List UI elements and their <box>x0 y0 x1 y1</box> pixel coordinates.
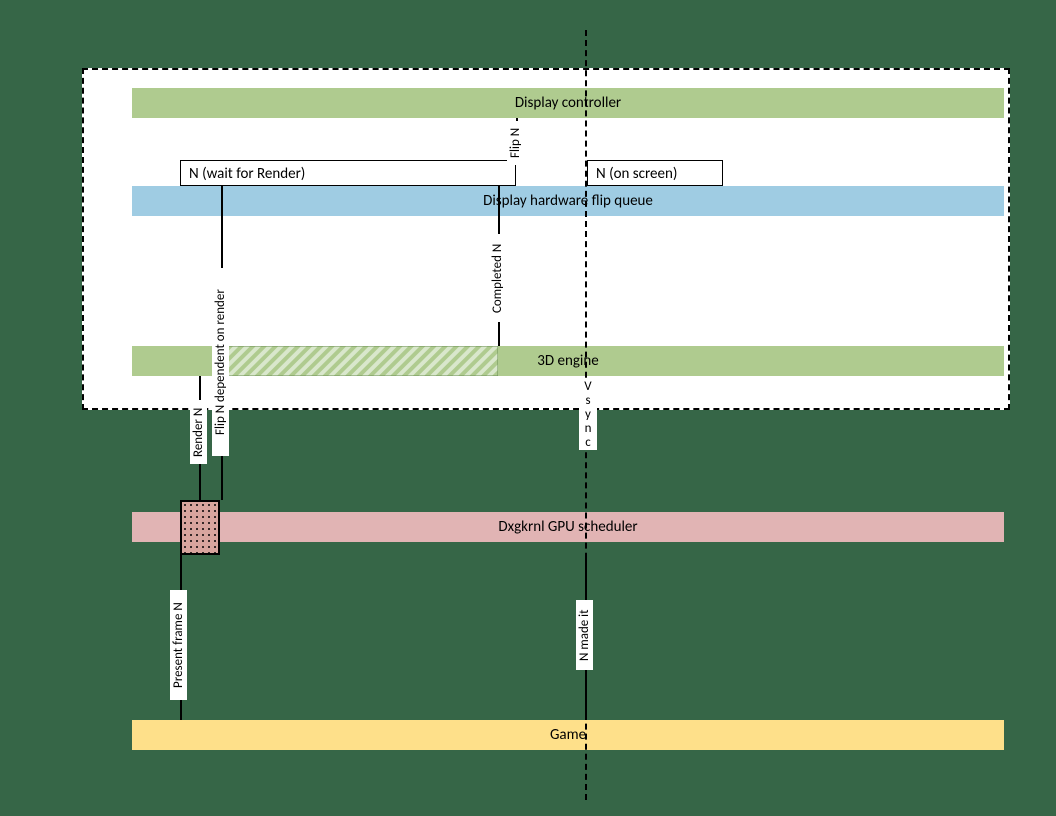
box-label: N (wait for Render) <box>189 165 305 183</box>
lane-label: Dxgkrnl GPU scheduler <box>498 518 637 536</box>
box-on-screen: N (on screen) <box>587 160 723 186</box>
label-flip-dep: Flip N dependent on render <box>212 268 229 456</box>
lane-scheduler: Dxgkrnl GPU scheduler <box>132 512 1004 542</box>
lane-game: Game <box>132 720 1004 750</box>
label-render-n: Render N <box>190 400 207 464</box>
lane-3d-engine: 3D engine <box>132 346 1004 376</box>
box-label: N (on screen) <box>596 165 677 183</box>
lane-label: 3D engine <box>537 352 598 370</box>
lane-display-controller: Display controller <box>132 88 1004 118</box>
box-wait-for-render: N (wait for Render) <box>180 160 516 186</box>
lane-label: Display controller <box>515 94 621 112</box>
label-present-frame: Present frame N <box>170 590 187 700</box>
label-n-made-it: N made it <box>576 600 593 670</box>
lane-label: Display hardware flip queue <box>483 192 653 210</box>
label-flip-n: Flip N <box>507 121 524 165</box>
label-vsync: Vsync <box>579 380 597 450</box>
lane-label: Game <box>550 726 586 744</box>
lane-flip-queue: Display hardware flip queue <box>132 186 1004 216</box>
label-completed-n: Completed N <box>489 234 506 322</box>
scheduler-present-block <box>180 500 220 555</box>
